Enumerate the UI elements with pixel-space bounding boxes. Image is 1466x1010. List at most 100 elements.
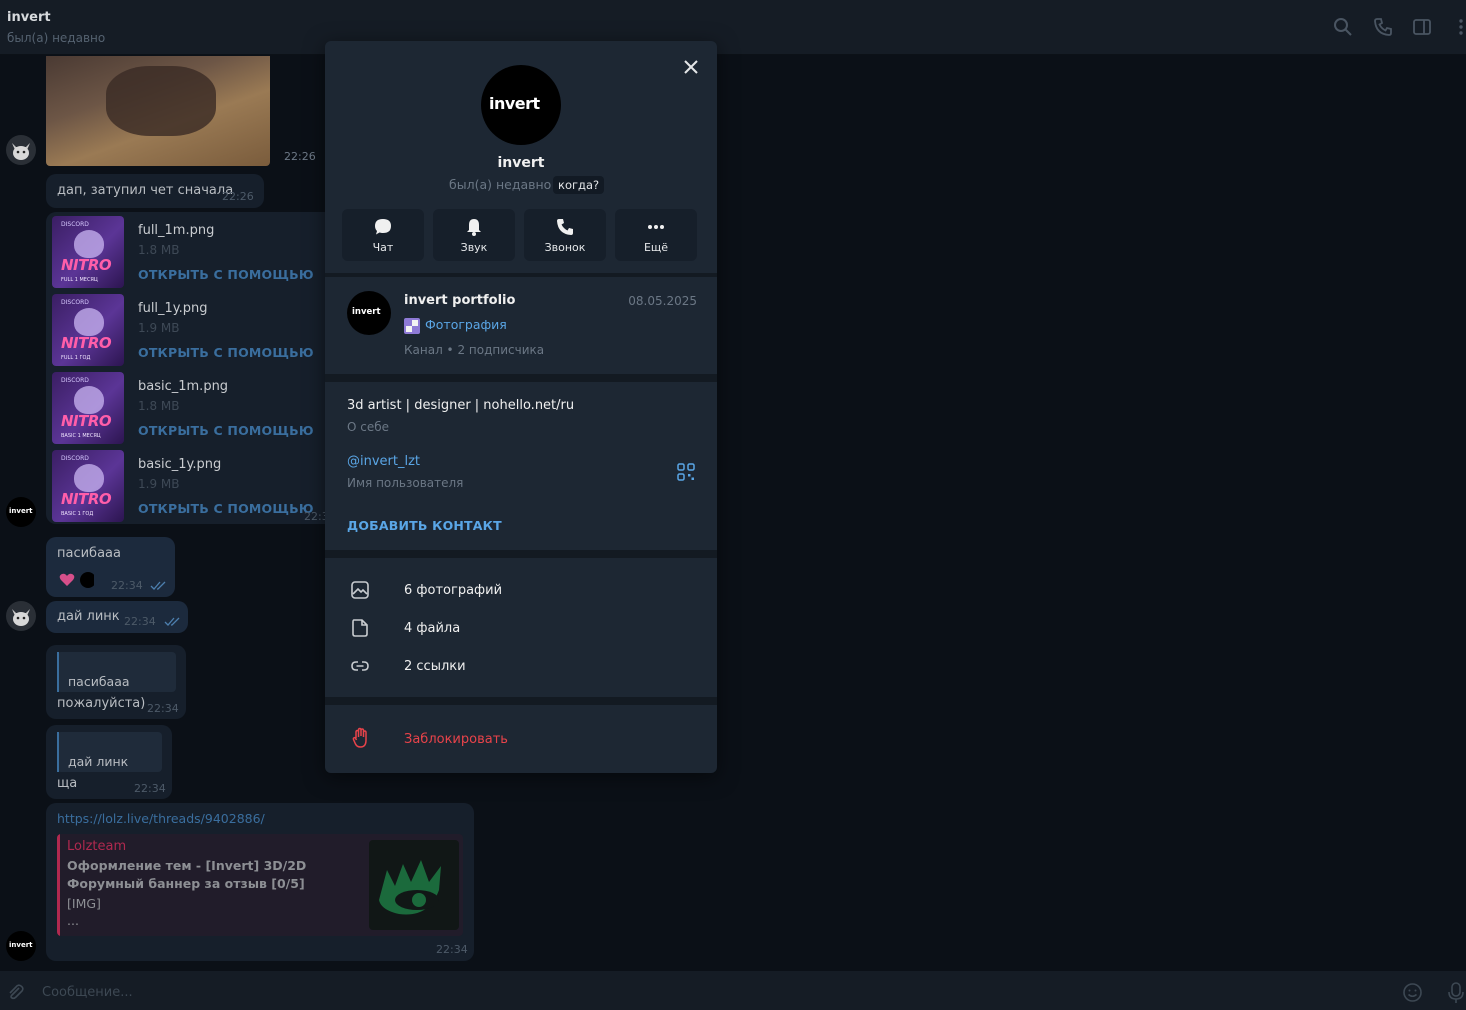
message-text: ща: [57, 776, 78, 791]
reply-message[interactable]: дай линк ща 22:34: [46, 725, 172, 799]
reply-message[interactable]: пасибааа пожалуйста) 22:34: [46, 645, 186, 719]
open-with-link[interactable]: ОТКРЫТЬ С ПОМОЩЬЮ: [138, 501, 314, 516]
outgoing-message[interactable]: пасибааа 22:34: [46, 537, 175, 597]
section-divider: [325, 550, 717, 558]
cat-avatar[interactable]: [6, 601, 36, 631]
preview-bar: [57, 834, 60, 936]
emoji-icon[interactable]: [1402, 982, 1423, 1003]
file-size: 1.8 MB: [138, 243, 180, 257]
outgoing-message[interactable]: дай линк 22:34: [46, 601, 188, 633]
sound-button[interactable]: Звук: [433, 209, 515, 261]
preview-site: Lolzteam: [67, 839, 127, 854]
profile-avatar[interactable]: invert: [481, 65, 561, 145]
shared-photos-row[interactable]: 6 фотографий: [325, 571, 717, 609]
section-divider: [325, 697, 717, 705]
link-preview[interactable]: Lolzteam Оформление тем - [Invert] 3D/2D…: [57, 834, 463, 936]
block-user-button[interactable]: Заблокировать: [325, 719, 717, 759]
media-label: 4 файла: [404, 621, 461, 636]
link-icon: [351, 661, 369, 671]
preview-image[interactable]: [369, 840, 459, 930]
thumb-caption: DISCORD: [61, 377, 89, 384]
sidebar-toggle-icon[interactable]: [1411, 16, 1433, 38]
thumb-mascot: [74, 308, 104, 336]
bio-text[interactable]: 3d artist | designer | nohello.net/ru: [347, 398, 574, 413]
chat-area[interactable]: 22:26 дап, затупил чет сначала 22:26 DIS…: [0, 56, 1466, 971]
channel-meta: Канал • 2 подписчика: [404, 343, 545, 357]
file-thumbnail[interactable]: DISCORD NITRO FULL 1 МЕСЯЦ: [52, 216, 124, 288]
invert-avatar[interactable]: invert: [6, 931, 36, 961]
message-text: дап, затупил чет сначала: [57, 183, 234, 198]
section-divider: [325, 273, 717, 277]
call-button[interactable]: Звонок: [524, 209, 606, 261]
qr-code-icon[interactable]: [677, 463, 695, 481]
bio-label: О себе: [347, 420, 390, 434]
file-size: 1.9 MB: [138, 477, 180, 491]
attach-icon[interactable]: [5, 982, 25, 1002]
preview-desc: [IMG]...: [67, 895, 101, 929]
message-text: пожалуйста): [57, 696, 146, 711]
block-label: Заблокировать: [404, 732, 508, 747]
photo-message[interactable]: [46, 56, 270, 166]
phone-icon: [557, 219, 573, 235]
channel-name[interactable]: invert portfolio: [404, 293, 515, 308]
action-label: Ещё: [643, 241, 669, 254]
media-label: 2 ссылки: [404, 659, 466, 674]
username-link[interactable]: @invert_lzt: [347, 454, 420, 469]
close-icon[interactable]: [682, 58, 700, 76]
open-with-link[interactable]: ОТКРЫТЬ С ПОМОЩЬЮ: [138, 267, 314, 282]
message-text: дай линк: [57, 609, 120, 624]
reply-quote[interactable]: пасибааа: [57, 652, 176, 692]
file-icon: [352, 619, 368, 637]
last-seen-when-button[interactable]: когда?: [553, 176, 605, 194]
photo-content: [106, 66, 216, 136]
microphone-icon[interactable]: [1446, 981, 1466, 1005]
thumb-plan: BASIC 1 ГОД: [61, 511, 94, 517]
bell-icon: [467, 219, 481, 236]
message-composer[interactable]: Сообщение...: [0, 971, 1466, 1010]
search-icon[interactable]: [1332, 16, 1354, 38]
message-link[interactable]: https://lolz.live/threads/9402886/: [57, 811, 265, 826]
phone-icon[interactable]: [1372, 16, 1394, 38]
preview-desc-line: [IMG]: [67, 896, 101, 911]
username-label: Имя пользователя: [347, 476, 464, 490]
reaction-heart-icon[interactable]: [58, 571, 94, 589]
chat-bubble-icon: [375, 219, 391, 235]
reply-quote[interactable]: дай линк: [57, 732, 162, 772]
message-time: 22:34: [124, 615, 156, 628]
add-contact-button[interactable]: ДОБАВИТЬ КОНТАКТ: [347, 518, 502, 533]
thumb-brand: NITRO: [61, 412, 112, 430]
action-label: Чат: [372, 241, 394, 254]
file-name: basic_1y.png: [138, 457, 222, 472]
photo-icon: [351, 581, 369, 599]
channel-avatar[interactable]: invert: [347, 291, 391, 335]
thumb-mascot: [74, 230, 104, 258]
message-time: 22:34: [111, 579, 143, 592]
cat-avatar[interactable]: [6, 135, 36, 165]
avatar-logo: invert: [352, 307, 381, 317]
invert-avatar[interactable]: invert: [6, 497, 36, 527]
read-checks-icon: [150, 581, 166, 590]
file-thumbnail[interactable]: DISCORD NITRO BASIC 1 ГОД: [52, 450, 124, 522]
shared-links-row[interactable]: 2 ссылки: [325, 647, 717, 685]
photo-thumb-icon: [404, 318, 420, 334]
open-with-link[interactable]: ОТКРЫТЬ С ПОМОЩЬЮ: [138, 345, 314, 360]
channel-date: 08.05.2025: [628, 294, 697, 308]
media-label: 6 фотографий: [404, 583, 503, 598]
file-thumbnail[interactable]: DISCORD NITRO FULL 1 ГОД: [52, 294, 124, 366]
file-thumbnail[interactable]: DISCORD NITRO BASIC 1 МЕСЯЦ: [52, 372, 124, 444]
file-size: 1.9 MB: [138, 321, 180, 335]
thumb-mascot: [74, 464, 104, 492]
shared-files-row[interactable]: 4 файла: [325, 609, 717, 647]
thumb-plan: FULL 1 ГОД: [61, 355, 91, 361]
chat-button[interactable]: Чат: [342, 209, 424, 261]
message-time: 22:34: [147, 702, 179, 715]
message-input[interactable]: Сообщение...: [42, 985, 133, 1000]
channel-last-post[interactable]: Фотография: [425, 317, 507, 332]
message-bubble[interactable]: дап, затупил чет сначала 22:26: [46, 174, 264, 208]
more-button[interactable]: Ещё: [615, 209, 697, 261]
chat-header[interactable]: invert был(а) недавно: [0, 0, 1466, 55]
open-with-link[interactable]: ОТКРЫТЬ С ПОМОЩЬЮ: [138, 423, 314, 438]
reply-bar: [57, 652, 59, 692]
thumb-mascot: [74, 386, 104, 414]
more-vertical-icon[interactable]: [1450, 16, 1466, 38]
